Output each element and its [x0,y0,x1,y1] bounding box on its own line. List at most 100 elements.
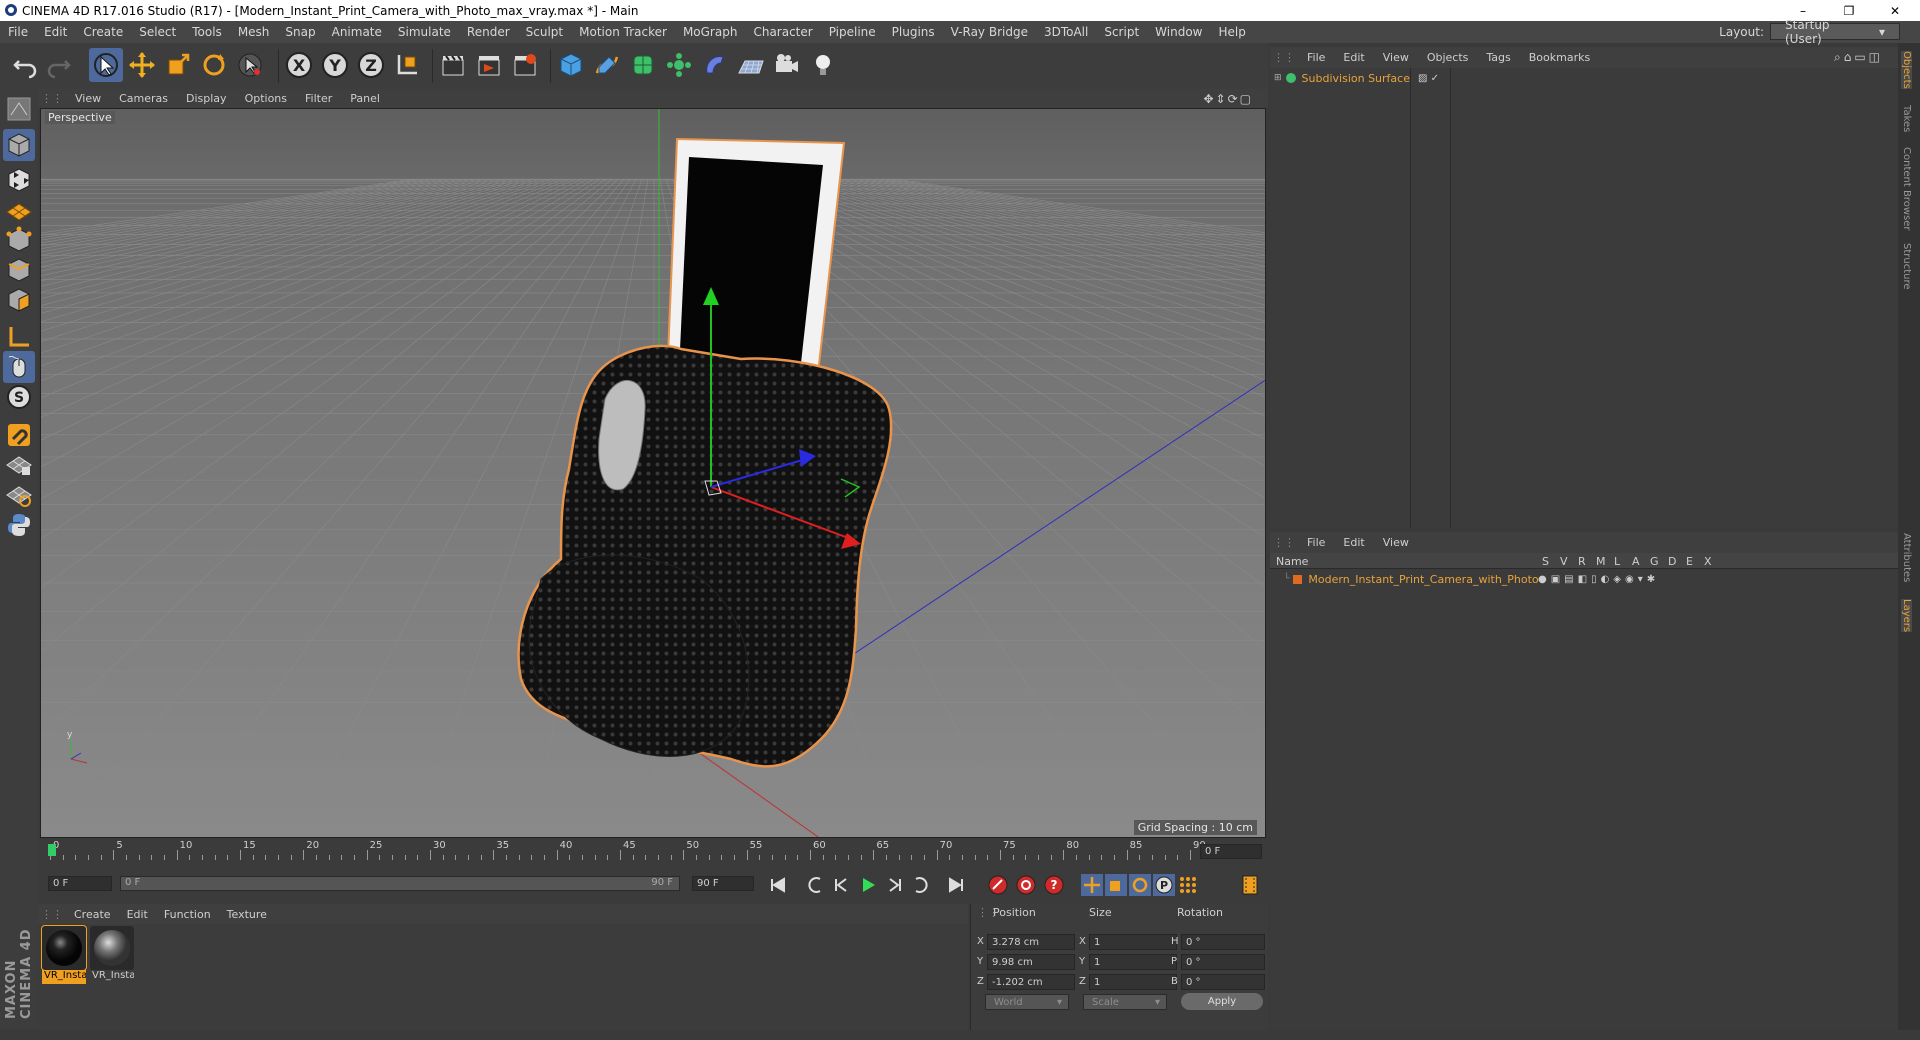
menu-vray-bridge[interactable]: V-Ray Bridge [943,25,1036,39]
end-frame-field[interactable]: 90 F [692,876,754,891]
add-cube-button[interactable] [554,48,588,82]
move-button[interactable] [125,48,159,82]
add-light-button[interactable] [806,48,840,82]
add-subdivision-surface-button[interactable] [626,48,660,82]
polygons-mode-button[interactable] [3,284,35,316]
menu-plugins[interactable]: Plugins [884,25,943,39]
position-y-field[interactable]: 9.98 cm [987,954,1075,970]
key-rotation-button[interactable] [1128,873,1152,897]
texture-mode-button[interactable] [3,164,35,196]
timeline-ruler[interactable]: 051015202530354045505560657075808590 0 F [38,840,1268,864]
viewport-menu-filter[interactable]: Filter [296,92,341,105]
go-to-start-button[interactable] [766,873,790,897]
lock-workplane-button[interactable] [3,449,35,481]
undo-button[interactable] [8,48,42,82]
expand-icon[interactable]: ⊞ [1274,73,1282,83]
previous-frame-button[interactable] [830,873,854,897]
timeline-window-button[interactable] [1238,873,1262,897]
object-name[interactable]: Subdivision Surface [1302,72,1410,85]
menu-edit[interactable]: Edit [36,25,75,39]
menu-render[interactable]: Render [459,25,518,39]
menu-animate[interactable]: Animate [324,25,390,39]
object-menu-tags[interactable]: Tags [1477,51,1519,64]
layer-menu-file[interactable]: File [1298,536,1334,549]
redo-button[interactable] [42,48,76,82]
render-view-button[interactable] [436,48,470,82]
menu-create[interactable]: Create [75,25,131,39]
frame-range-slider[interactable]: 0 F 90 F [120,876,680,891]
play-button[interactable] [856,873,880,897]
menu-character[interactable]: Character [745,25,820,39]
layer-col-animation[interactable]: A [1632,555,1640,568]
object-menu-file[interactable]: File [1298,51,1334,64]
timeline-playhead[interactable] [48,844,56,856]
previous-keyframe-button[interactable] [804,873,828,897]
make-editable-button[interactable] [3,93,35,125]
layer-col-expressions[interactable]: E [1686,555,1693,568]
close-button[interactable]: ✕ [1872,0,1918,21]
layer-col-xref[interactable]: X [1704,555,1712,568]
layer-col-manager[interactable]: M [1596,555,1606,568]
tab-takes[interactable]: Takes [1901,105,1912,132]
viewport-menu-view[interactable]: View [66,92,110,105]
edges-mode-button[interactable] [3,254,35,286]
key-position-button[interactable] [1080,873,1104,897]
workplane-mode-button[interactable] [3,194,35,226]
menu-snap[interactable]: Snap [277,25,323,39]
key-parameter-button[interactable]: P [1152,873,1176,897]
viewport-nav-icons[interactable]: ✥⇕⟳▢ [1194,92,1262,106]
material-menu-edit[interactable]: Edit [119,908,156,921]
object-row[interactable]: ⊞ Subdivision Surface ▨ ✓ [1270,70,1898,86]
apply-button[interactable]: Apply [1181,993,1263,1010]
y-axis-lock-button[interactable]: Y [318,48,352,82]
layer-name[interactable]: Modern_Instant_Print_Camera_with_Photo [1308,573,1538,586]
material-swatch[interactable]: VR_Insta [90,926,134,984]
position-x-field[interactable]: 3.278 cm [987,934,1075,950]
tab-content-browser[interactable]: Content Browser [1901,147,1912,230]
viewport-menu-display[interactable]: Display [177,92,236,105]
menu-mesh[interactable]: Mesh [230,25,278,39]
object-menu-view[interactable]: View [1374,51,1418,64]
menu-script[interactable]: Script [1096,25,1147,39]
material-swatch[interactable]: VR_Insta [41,925,87,984]
layer-col-generators[interactable]: G [1650,555,1659,568]
keyframe-selection-button[interactable]: ? [1042,873,1066,897]
layer-col-solo[interactable]: S [1542,555,1549,568]
record-keys-button[interactable] [986,873,1010,897]
menu-motion-tracker[interactable]: Motion Tracker [571,25,675,39]
coordinate-space-dropdown[interactable]: World ▾ [985,994,1069,1010]
layout-dropdown[interactable]: Startup (User) ▾ [1770,18,1900,46]
layer-col-view[interactable]: V [1560,555,1568,568]
rotate-button[interactable] [197,48,231,82]
material-menu-texture[interactable]: Texture [219,908,275,921]
layer-col-deformers[interactable]: D [1668,555,1676,568]
menu-tools[interactable]: Tools [184,25,230,39]
layer-col-render[interactable]: R [1578,555,1586,568]
menu-mograph[interactable]: MoGraph [675,25,746,39]
edit-render-settings-button[interactable] [508,48,542,82]
position-z-field[interactable]: -1.202 cm [987,974,1075,990]
x-axis-lock-button[interactable]: X [282,48,316,82]
layer-row[interactable]: └ Modern_Instant_Print_Camera_with_Photo… [1270,571,1898,587]
menu-select[interactable]: Select [131,25,184,39]
snap-button[interactable]: S [3,381,35,413]
menu-help[interactable]: Help [1210,25,1253,39]
menu-simulate[interactable]: Simulate [390,25,459,39]
tab-attributes[interactable]: Attributes [1901,533,1912,582]
object-visibility-icons[interactable]: ▨ ✓ [1418,73,1439,84]
go-to-end-button[interactable] [944,873,968,897]
add-array-button[interactable] [662,48,696,82]
add-spline-button[interactable] [590,48,624,82]
layer-menu-edit[interactable]: Edit [1334,536,1373,549]
rotation-h-field[interactable]: 0 ° [1181,934,1265,950]
perspective-viewport[interactable]: y Perspective Grid Spacing : 10 cm [40,108,1266,838]
magnet-button[interactable] [3,419,35,451]
planar-workplane-button[interactable] [3,479,35,511]
tab-objects[interactable]: Objects [1901,51,1912,89]
tab-structure[interactable]: Structure [1901,243,1912,290]
viewport-menu-cameras[interactable]: Cameras [110,92,177,105]
viewport-menu-panel[interactable]: Panel [341,92,389,105]
layer-menu-view[interactable]: View [1374,536,1418,549]
menu-sculpt[interactable]: Sculpt [518,25,571,39]
menu-file[interactable]: File [0,25,36,39]
